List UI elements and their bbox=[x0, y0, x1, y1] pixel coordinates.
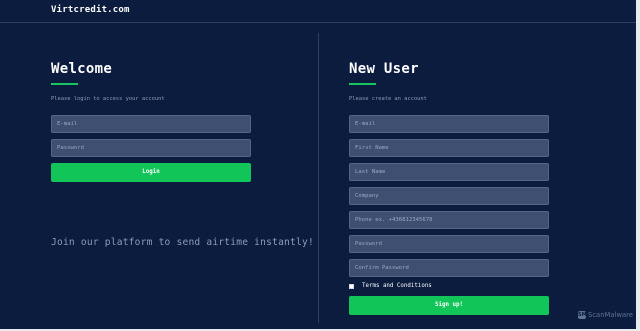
page-right-edge bbox=[636, 0, 640, 331]
column-divider bbox=[318, 33, 319, 323]
signup-company-field[interactable] bbox=[349, 187, 549, 205]
terms-row: Terms and Conditions bbox=[349, 282, 432, 290]
signup-password-field[interactable] bbox=[349, 235, 549, 253]
signup-last-name-field[interactable] bbox=[349, 163, 549, 181]
watermark-text: ScanMalware bbox=[588, 311, 633, 319]
signup-email-field[interactable] bbox=[349, 115, 549, 133]
signup-subtitle: Please create an account bbox=[349, 96, 427, 102]
login-email-field[interactable] bbox=[51, 115, 251, 133]
login-subtitle: Please login to access your account bbox=[51, 96, 165, 102]
login-password-field[interactable] bbox=[51, 139, 251, 157]
tagline: Join our platform to send airtime instan… bbox=[51, 237, 314, 248]
terms-label[interactable]: Terms and Conditions bbox=[362, 283, 432, 289]
watermark: SM ScanMalware bbox=[578, 311, 633, 319]
watermark-logo-icon: SM bbox=[578, 311, 587, 319]
signup-title: New User bbox=[349, 61, 419, 77]
login-title-underline bbox=[51, 83, 78, 85]
signup-button[interactable]: Sign up! bbox=[349, 296, 549, 315]
signup-confirm-password-field[interactable] bbox=[349, 259, 549, 277]
brand-logo-text[interactable]: Virtcredit.com bbox=[51, 5, 130, 15]
signup-first-name-field[interactable] bbox=[349, 139, 549, 157]
terms-checkbox[interactable] bbox=[349, 283, 354, 289]
login-title: Welcome bbox=[51, 61, 113, 77]
signup-title-underline bbox=[349, 83, 376, 85]
login-button[interactable]: Login bbox=[51, 163, 251, 182]
top-navbar: Virtcredit.com bbox=[0, 0, 640, 23]
signup-phone-field[interactable] bbox=[349, 211, 549, 229]
